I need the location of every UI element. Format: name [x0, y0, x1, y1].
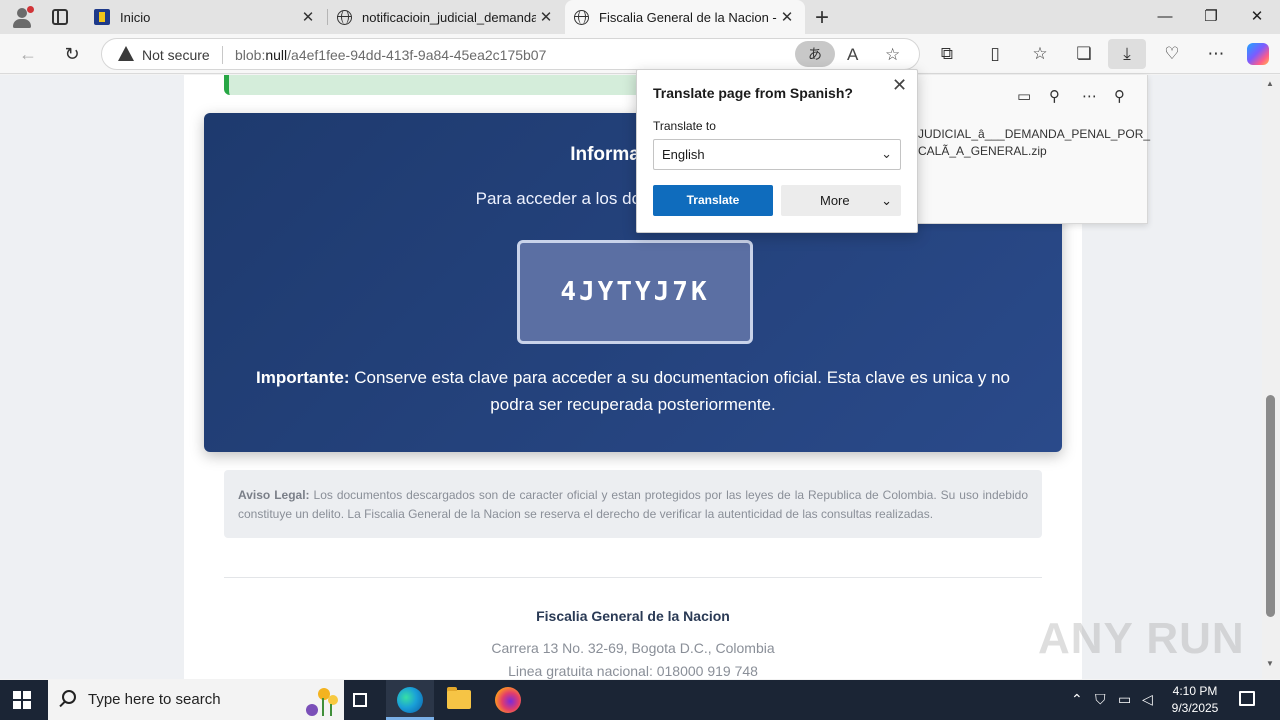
legal-notice: Aviso Legal: Los documentos descargados …: [224, 470, 1042, 538]
access-key-box[interactable]: 4JYTYJ7K: [517, 240, 753, 344]
taskbar-search-box[interactable]: Type here to search: [48, 680, 344, 720]
more-button[interactable]: More ⌄: [781, 185, 901, 216]
tab-notificacion[interactable]: notificacioin_judicial_demanda_pe ✕: [328, 0, 564, 34]
show-hidden-icons-icon[interactable]: ⌃: [1071, 691, 1083, 708]
tab-title: notificacioin_judicial_demanda_pe: [362, 9, 536, 25]
network-icon[interactable]: ▭: [1118, 691, 1131, 708]
taskbar-edge[interactable]: [386, 680, 434, 720]
search-decoration-icon: [306, 688, 338, 716]
translate-popup-title: Translate page from Spanish?: [653, 85, 853, 101]
close-tab-icon[interactable]: ✕: [298, 8, 318, 26]
translate-icon[interactable]: あ: [795, 41, 835, 67]
tab-title: Fiscalia General de la Nacion - Sis: [599, 9, 777, 25]
search-icon: [62, 690, 76, 704]
globe-icon: [573, 9, 589, 25]
tab-actions-icon[interactable]: [52, 9, 68, 25]
footer-divider: [224, 577, 1042, 578]
clock-time: 4:10 PM: [1172, 684, 1218, 698]
close-tab-icon[interactable]: ✕: [777, 8, 797, 26]
address-bar[interactable]: Not secure blob:null/a4ef1fee-94dd-413f-…: [101, 38, 920, 70]
tab-fiscalia[interactable]: Fiscalia General de la Nacion - Sis ✕: [565, 0, 805, 34]
security-label[interactable]: Not secure: [142, 47, 210, 63]
footer-org-name: Fiscalia General de la Nacion: [536, 608, 730, 624]
download-filename-line1: JUDICIAL_â___DEMANDA_PENAL_POR_: [918, 127, 1151, 141]
footer-phone: Linea gratuita nacional: 018000 919 748: [508, 663, 758, 679]
profile-avatar-icon[interactable]: [10, 5, 34, 29]
tab-strip: Inicio ✕ notificacioin_judicial_demanda_…: [0, 0, 1280, 34]
extensions-icon[interactable]: ⧉: [936, 43, 958, 65]
search-icon[interactable]: ⚲: [1049, 87, 1060, 105]
footer-address: Carrera 13 No. 32-69, Bogota D.C., Colom…: [491, 640, 775, 656]
collections-icon[interactable]: ❏: [1073, 43, 1095, 65]
close-window-button[interactable]: ✕: [1234, 0, 1280, 34]
browser-essentials-icon[interactable]: ♡: [1161, 43, 1183, 65]
restore-button[interactable]: ❐: [1188, 0, 1234, 34]
edge-icon: [397, 687, 423, 713]
search-placeholder: Type here to search: [88, 691, 221, 708]
language-select[interactable]: English ⌄: [653, 139, 901, 170]
globe-icon: [336, 9, 352, 25]
close-tab-icon[interactable]: ✕: [536, 8, 556, 26]
downloads-icon[interactable]: ⤓: [1108, 39, 1146, 69]
translate-to-label: Translate to: [653, 119, 716, 133]
anyrun-watermark: ANY RUN: [1038, 614, 1245, 663]
chevron-down-icon: ⌄: [881, 146, 892, 161]
taskbar-clock[interactable]: 4:10 PM 9/3/2025: [1160, 683, 1230, 717]
chevron-down-icon: ⌄: [881, 193, 892, 208]
favorite-star-icon[interactable]: ☆: [885, 45, 900, 65]
taskbar-file-explorer[interactable]: [435, 680, 483, 720]
more-options-icon[interactable]: ⋯: [1082, 87, 1097, 105]
clock-date: 9/3/2025: [1171, 701, 1219, 715]
open-folder-icon[interactable]: ▭: [1017, 87, 1031, 105]
url-text[interactable]: blob:null/a4ef1fee-94dd-413f-9a84-45ea2c…: [235, 47, 546, 63]
taskbar-firefox[interactable]: [484, 680, 532, 720]
volume-icon[interactable]: ◁: [1142, 691, 1153, 708]
downloads-panel: ▭ ⚲ ⋯ ⚲ JUDICIAL_â___DEMANDA_PENAL_POR_ …: [905, 75, 1151, 224]
firefox-icon: [495, 687, 521, 713]
folder-icon: [447, 687, 471, 709]
close-icon[interactable]: ✕: [892, 75, 907, 96]
omnibox-separator: [222, 46, 223, 64]
warning-icon: [118, 46, 134, 61]
back-arrow-icon[interactable]: ←: [16, 42, 40, 66]
tab-title: Inicio: [120, 9, 151, 25]
windows-start-icon[interactable]: [13, 691, 31, 709]
selected-language: English: [662, 147, 705, 162]
fiscalia-favicon-icon: [94, 9, 110, 25]
more-button-label: More: [820, 193, 850, 208]
scroll-thumb[interactable]: [1266, 395, 1275, 617]
more-options-icon[interactable]: ⋯: [1205, 43, 1227, 65]
browser-toolbar: ← ↻ Not secure blob:null/a4ef1fee-94dd-4…: [0, 34, 1280, 74]
windows-taskbar: Type here to search ⌃ ⛉ ▭ ◁ 4:10 PM 9/3/…: [0, 680, 1280, 720]
refresh-icon[interactable]: ↻: [60, 42, 84, 66]
tab-inicio[interactable]: Inicio ✕: [86, 0, 326, 34]
translate-button[interactable]: Translate: [653, 185, 773, 216]
split-screen-icon[interactable]: ▯: [984, 43, 1006, 65]
translate-popup: Translate page from Spanish? ✕ Translate…: [636, 69, 918, 233]
favorites-icon[interactable]: ☆: [1029, 43, 1051, 65]
new-tab-icon[interactable]: +: [815, 4, 829, 32]
success-alert: [224, 75, 684, 95]
minimize-button[interactable]: —: [1142, 0, 1188, 34]
notification-icon[interactable]: [1239, 691, 1255, 706]
download-filename-line2: CALÃ_A_GENERAL.zip: [918, 144, 1047, 158]
security-tray-icon[interactable]: ⛉: [1095, 691, 1106, 708]
task-view-icon: [353, 693, 367, 707]
copilot-icon[interactable]: [1247, 43, 1269, 65]
task-view-button[interactable]: [337, 680, 385, 720]
scroll-down-arrow-icon[interactable]: ▼: [1266, 659, 1274, 668]
pin-icon[interactable]: ⚲: [1114, 87, 1125, 105]
read-aloud-icon[interactable]: A: [847, 45, 858, 65]
page-scrollbar[interactable]: ▲ ▼: [1262, 75, 1280, 679]
download-item[interactable]: JUDICIAL_â___DEMANDA_PENAL_POR_ CALÃ_A_G…: [918, 126, 1151, 160]
important-note: Importante: Conserve esta clave para acc…: [255, 368, 1011, 414]
scroll-up-arrow-icon[interactable]: ▲: [1266, 79, 1274, 88]
